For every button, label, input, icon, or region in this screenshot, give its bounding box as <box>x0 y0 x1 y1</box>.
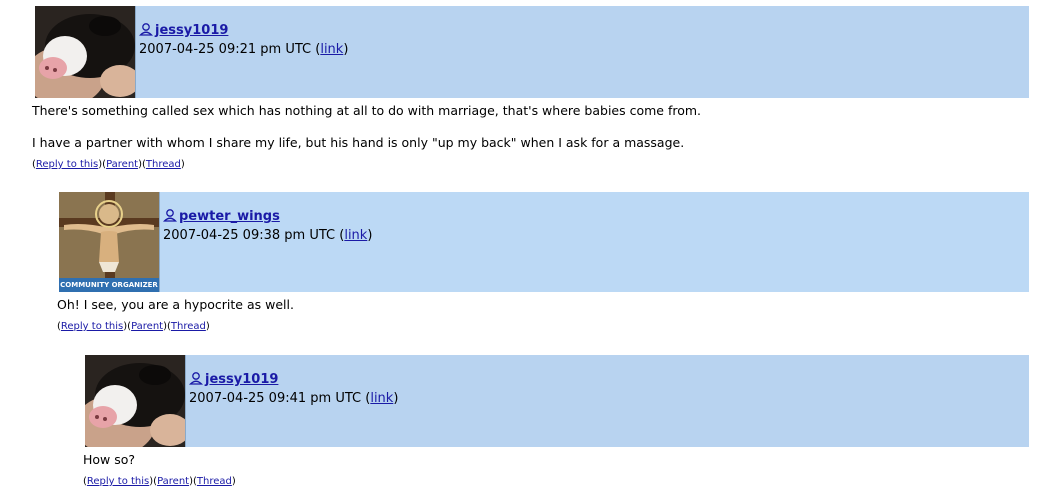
comment: jessy1019 2007-04-25 09:21 pm UTC (link)… <box>32 6 1029 172</box>
comment-meta: jessy1019 2007-04-25 09:21 pm UTC (link) <box>138 22 349 57</box>
permalink[interactable]: link <box>370 391 393 406</box>
user-icon[interactable] <box>188 371 204 390</box>
timestamp: 2007-04-25 09:41 pm UTC <box>189 391 362 406</box>
user-icon[interactable] <box>162 208 178 227</box>
permalink[interactable]: link <box>320 42 343 57</box>
comment-header: jessy1019 2007-04-25 09:41 pm UTC (link) <box>85 355 1029 447</box>
username-link[interactable]: pewter_wings <box>179 209 280 224</box>
avatar <box>35 6 136 98</box>
comment: COMMUNITY ORGANIZER pewter_wings 2007-04… <box>57 192 1029 334</box>
puppy-photo-icon <box>35 6 135 98</box>
parent-link[interactable]: Parent <box>131 321 163 332</box>
username-link[interactable]: jessy1019 <box>155 23 228 38</box>
timestamp: 2007-04-25 09:38 pm UTC <box>163 228 336 243</box>
reply-link[interactable]: Reply to this <box>36 159 98 170</box>
permalink[interactable]: link <box>344 228 367 243</box>
username-link[interactable]: jessy1019 <box>205 372 278 387</box>
parent-link[interactable]: Parent <box>106 159 138 170</box>
comment-text: There's something called sex which has n… <box>32 103 702 118</box>
comment-meta: jessy1019 2007-04-25 09:41 pm UTC (link) <box>188 371 399 406</box>
puppy-photo-icon <box>85 355 185 447</box>
thread-link[interactable]: Thread <box>197 476 232 487</box>
user-icon[interactable] <box>138 22 154 41</box>
reply-link[interactable]: Reply to this <box>61 321 123 332</box>
reply-link[interactable]: Reply to this <box>87 476 149 487</box>
comment-text: I have a partner with whom I share my li… <box>32 135 685 150</box>
avatar-caption: COMMUNITY ORGANIZER <box>60 281 158 289</box>
comment-actions: (Reply to this)(Parent)(Thread) <box>32 159 185 170</box>
comment-text: How so? <box>83 452 136 467</box>
thread-link[interactable]: Thread <box>171 321 206 332</box>
comment-header: COMMUNITY ORGANIZER pewter_wings 2007-04… <box>59 192 1029 292</box>
comment-actions: (Reply to this)(Parent)(Thread) <box>57 321 210 332</box>
avatar: COMMUNITY ORGANIZER <box>59 192 160 292</box>
parent-link[interactable]: Parent <box>157 476 189 487</box>
comment-text: Oh! I see, you are a hypocrite as well. <box>57 297 294 312</box>
comment-header: jessy1019 2007-04-25 09:21 pm UTC (link) <box>35 6 1029 98</box>
thread-link[interactable]: Thread <box>146 159 181 170</box>
crucifix-image-icon <box>59 192 159 292</box>
avatar <box>85 355 186 447</box>
comment-meta: pewter_wings 2007-04-25 09:38 pm UTC (li… <box>162 208 373 243</box>
comment: jessy1019 2007-04-25 09:41 pm UTC (link)… <box>83 355 1029 489</box>
timestamp: 2007-04-25 09:21 pm UTC <box>139 42 312 57</box>
comment-actions: (Reply to this)(Parent)(Thread) <box>83 476 236 487</box>
